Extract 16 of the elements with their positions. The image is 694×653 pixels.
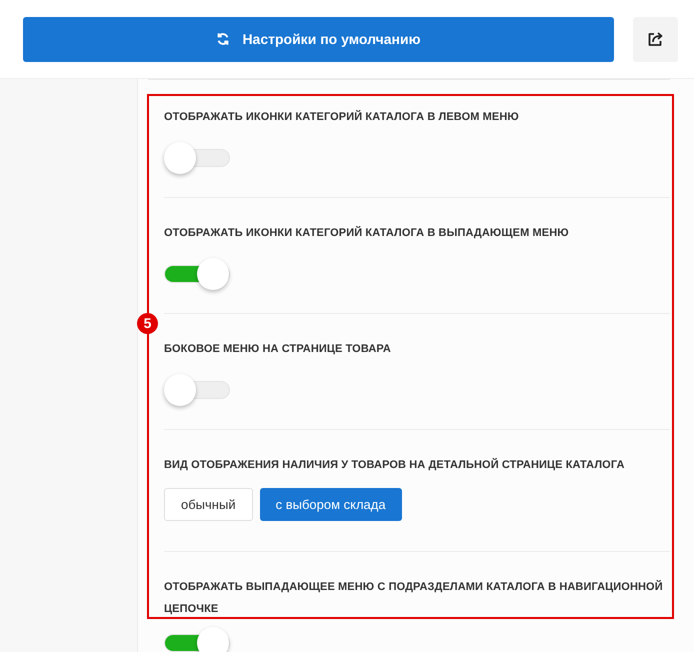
toggle-switch[interactable] [164, 627, 230, 652]
option-button[interactable]: обычный [164, 488, 253, 521]
setting-title: ОТОБРАЖАТЬ ВЫПАДАЮЩЕЕ МЕНЮ С ПОДРАЗДЕЛАМИ КАТАЛОГА В НАВИГАЦИОННОЙ ЦЕПОЧКЕ [164, 579, 664, 617]
toggle-switch[interactable] [164, 374, 230, 406]
refresh-icon [216, 32, 230, 46]
setting-title: ОТОБРАЖАТЬ ИКОНКИ КАТЕГОРИЙ КАТАЛОГА В ВЫПАДАЮЩЕМ МЕНЮ [164, 225, 570, 241]
setting-title: ОТОБРАЖАТЬ ИКОНКИ КАТЕГОРИЙ КАТАЛОГА В ЛЕВОМ МЕНЮ [164, 109, 520, 125]
setting-title: БОКОВОЕ МЕНЮ НА СТРАНИЦЕ ТОВАРА [164, 342, 392, 357]
toggle-switch[interactable] [164, 258, 230, 290]
share-icon [647, 31, 664, 47]
option-button[interactable]: с выбором склада [260, 488, 402, 521]
share-button[interactable] [633, 16, 678, 62]
reset-button[interactable]: Настройки по умолчанию [23, 16, 614, 62]
setting-title: ВИД ОТОБРАЖЕНИЯ НАЛИЧИЯ У ТОВАРОВ НА ДЕТАЛЬНОЙ СТРАНИЦЕ КАТАЛОГА [164, 457, 626, 473]
toggle-switch[interactable] [164, 142, 230, 174]
annotation-badge: 5 [137, 313, 158, 334]
